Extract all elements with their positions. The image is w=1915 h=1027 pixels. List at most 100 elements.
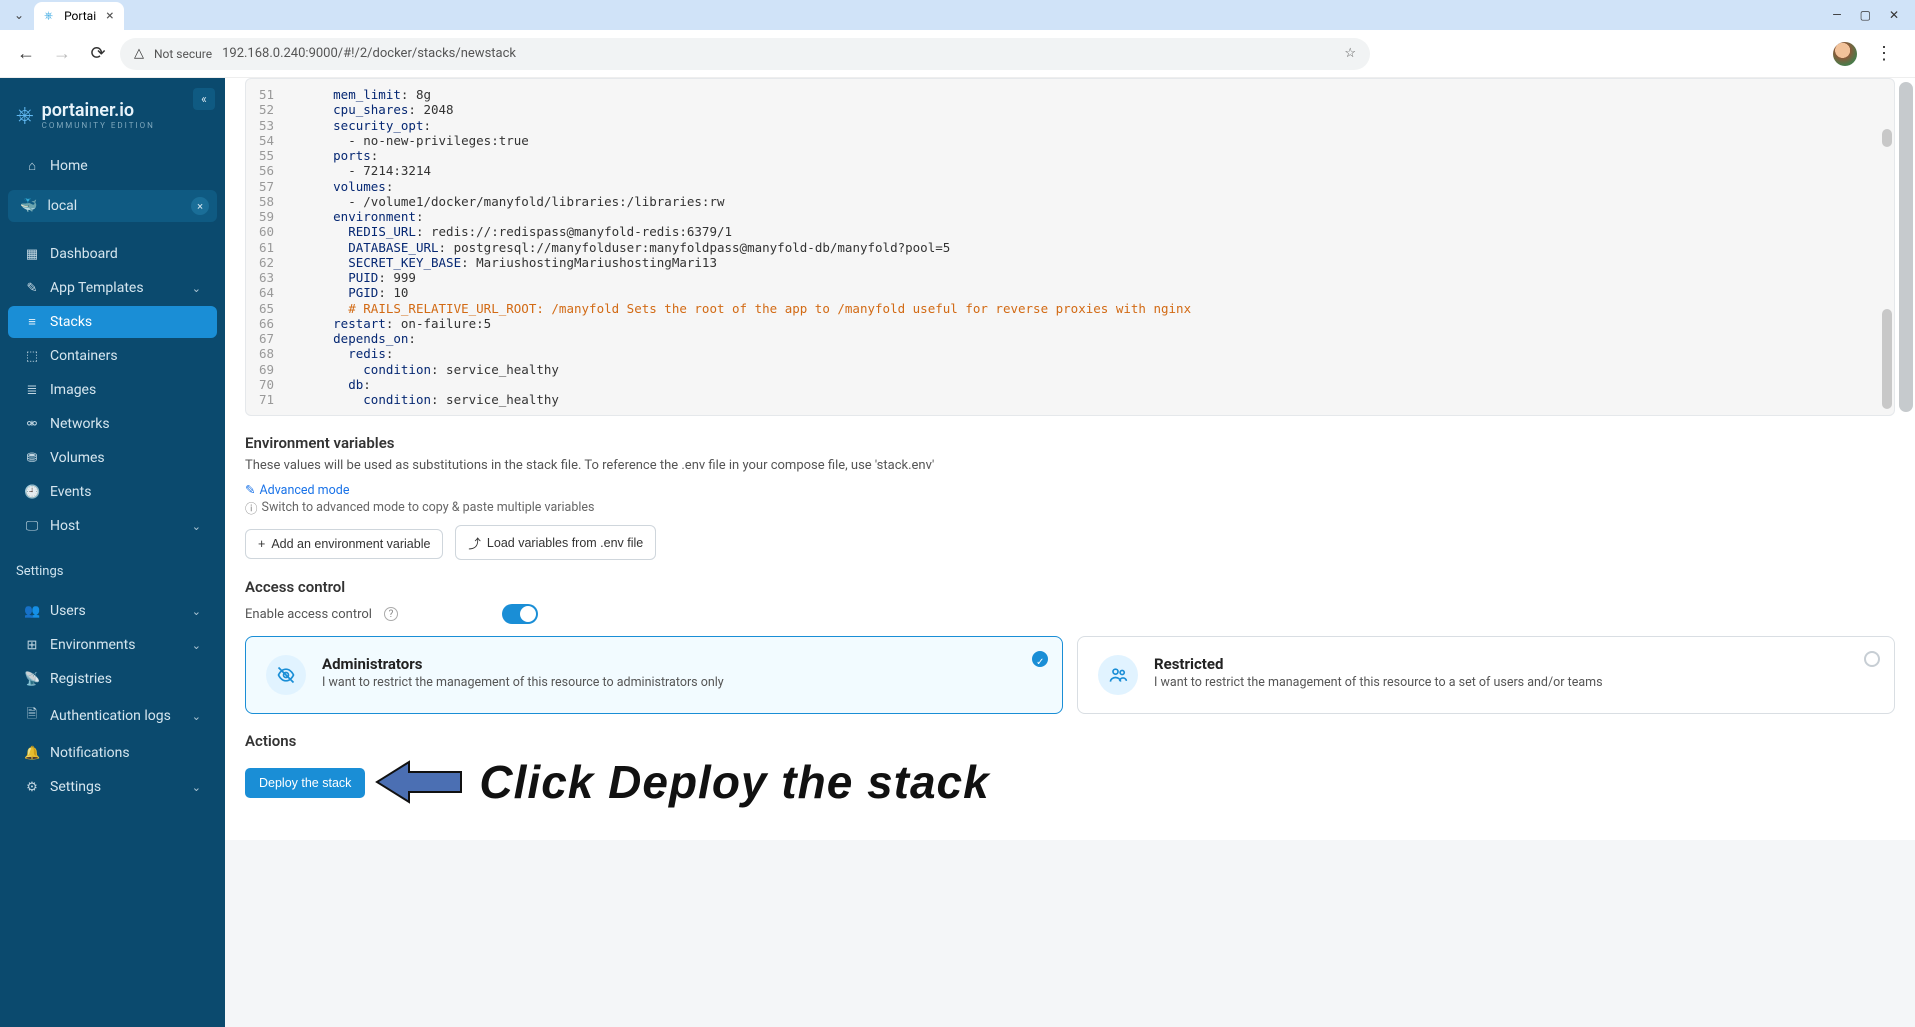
- sidebar-item-label: Home: [50, 158, 88, 174]
- networks-icon: ⚮: [24, 417, 40, 432]
- sidebar-item-label: Images: [50, 382, 96, 398]
- line-number: 70: [246, 377, 288, 392]
- page-scrollbar[interactable]: [1899, 82, 1913, 412]
- code-text: environment:: [288, 209, 423, 224]
- sidebar-item-environments[interactable]: ⊞Environments⌄: [8, 629, 217, 661]
- advanced-mode-hint: ⓘ Switch to advanced mode to copy & past…: [245, 498, 594, 517]
- sidebar-item-label: Volumes: [50, 450, 105, 466]
- sidebar-item-label: Events: [50, 484, 91, 500]
- code-text: security_opt:: [288, 118, 431, 133]
- sidebar-item-stacks[interactable]: ≡Stacks: [8, 306, 217, 338]
- address-bar[interactable]: △ Not secure 192.168.0.240:9000/#!/2/doc…: [120, 38, 1370, 70]
- line-number: 64: [246, 285, 288, 300]
- line-number: 69: [246, 362, 288, 377]
- load-env-file-label: Load variables from .env file: [487, 536, 643, 550]
- code-text: condition: service_healthy: [288, 362, 559, 377]
- access-control-toggle[interactable]: [502, 604, 538, 624]
- code-text: mem_limit: 8g: [288, 87, 431, 102]
- back-button[interactable]: ←: [12, 40, 40, 68]
- sidebar-item-users[interactable]: 👥Users⌄: [8, 595, 217, 627]
- sidebar-item-networks[interactable]: ⚮Networks: [8, 408, 217, 440]
- not-secure-icon: △: [134, 46, 144, 61]
- line-number: 59: [246, 209, 288, 224]
- code-line: 59 environment:: [246, 209, 1894, 224]
- tab-close-icon[interactable]: ×: [106, 8, 113, 24]
- sidebar-item-events[interactable]: 🕘 Events: [8, 476, 217, 508]
- sidebar-item-label: Notifications: [50, 745, 130, 761]
- code-line: 60 REDIS_URL: redis://:redispass@manyfol…: [246, 224, 1894, 239]
- deploy-stack-label: Deploy the stack: [259, 776, 351, 790]
- docker-icon: 🐳: [20, 198, 37, 214]
- access-card-restricted[interactable]: Restricted I want to restrict the manage…: [1077, 636, 1895, 714]
- window-controls: — ▢ ✕: [1832, 8, 1915, 22]
- code-text: - no-new-privileges:true: [288, 133, 529, 148]
- edit-icon: ✎: [245, 482, 255, 498]
- sidebar-item-volumes[interactable]: ⛃Volumes: [8, 442, 217, 474]
- environment-selector[interactable]: 🐳 local ×: [8, 190, 217, 222]
- code-text: db:: [288, 377, 371, 392]
- code-text: DATABASE_URL: postgresql://manyfolduser:…: [288, 240, 950, 255]
- line-number: 62: [246, 255, 288, 270]
- sidebar-item-host[interactable]: 🖵Host⌄: [8, 510, 217, 542]
- minimize-icon[interactable]: —: [1832, 8, 1841, 22]
- code-line: 62 SECRET_KEY_BASE: MariushostingMariush…: [246, 255, 1894, 270]
- code-line: 57 volumes:: [246, 179, 1894, 194]
- events-icon: 🕘: [24, 485, 40, 500]
- env-vars-help: These values will be used as substitutio…: [245, 458, 1895, 473]
- load-env-file-button[interactable]: ⤴ Load variables from .env file: [455, 525, 656, 560]
- code-editor[interactable]: 51 mem_limit: 8g52 cpu_shares: 204853 se…: [245, 78, 1895, 416]
- line-number: 68: [246, 346, 288, 361]
- editor-scrollbar-thumb-top[interactable]: [1882, 129, 1892, 147]
- reload-button[interactable]: ⟳: [84, 40, 112, 68]
- chevron-down-icon: ⌄: [192, 282, 201, 295]
- deploy-stack-button[interactable]: Deploy the stack: [245, 768, 365, 798]
- sidebar-item-home[interactable]: ⌂ Home: [8, 150, 217, 182]
- code-text: restart: on-failure:5: [288, 316, 491, 331]
- access-control-heading: Access control: [245, 578, 1895, 596]
- sidebar-item-label: Registries: [50, 671, 112, 687]
- sidebar-item-images[interactable]: ≣Images: [8, 374, 217, 406]
- sidebar-item-label: Dashboard: [50, 246, 118, 262]
- advanced-mode-link[interactable]: ✎ Advanced mode: [245, 482, 349, 498]
- sidebar-item-containers[interactable]: ⬚Containers: [8, 340, 217, 372]
- sidebar-item-authentication-logs[interactable]: 🗎Authentication logs⌄: [8, 697, 217, 735]
- forward-button[interactable]: →: [48, 40, 76, 68]
- maximize-icon[interactable]: ▢: [1860, 8, 1871, 22]
- registries-icon: 📡: [24, 672, 40, 687]
- users-icon: [1098, 655, 1138, 695]
- line-number: 67: [246, 331, 288, 346]
- card-title: Administrators: [322, 655, 724, 673]
- close-window-icon[interactable]: ✕: [1889, 8, 1899, 22]
- browser-menu-icon[interactable]: ⋮: [1875, 43, 1893, 64]
- code-line: 54 - no-new-privileges:true: [246, 133, 1894, 148]
- line-number: 63: [246, 270, 288, 285]
- help-icon[interactable]: ?: [384, 607, 398, 621]
- sidebar: « ⎈ portainer.io COMMUNITY EDITION ⌂ Hom…: [0, 78, 225, 1027]
- sidebar-item-registries[interactable]: 📡 Registries: [8, 663, 217, 695]
- env-close-icon[interactable]: ×: [191, 197, 209, 215]
- sidebar-collapse-button[interactable]: «: [193, 88, 215, 110]
- code-line: 64 PGID: 10: [246, 285, 1894, 300]
- tab-dropdown-icon[interactable]: ⌄: [14, 8, 24, 22]
- sidebar-item-dashboard[interactable]: ▦Dashboard: [8, 238, 217, 270]
- browser-toolbar: ← → ⟳ △ Not secure 192.168.0.240:9000/#!…: [0, 30, 1915, 78]
- sidebar-item-app-templates[interactable]: ✎App Templates⌄: [8, 272, 217, 304]
- settings-heading: Settings: [0, 552, 225, 585]
- profile-avatar[interactable]: [1833, 42, 1857, 66]
- browser-tab[interactable]: ⎈ Portai ×: [34, 2, 124, 30]
- line-number: 52: [246, 102, 288, 117]
- sidebar-item-settings[interactable]: ⚙Settings⌄: [8, 771, 217, 803]
- brand-edition: COMMUNITY EDITION: [42, 121, 155, 130]
- chevron-down-icon: ⌄: [192, 639, 201, 652]
- sidebar-item-notifications[interactable]: 🔔Notifications: [8, 737, 217, 769]
- add-env-var-button[interactable]: + Add an environment variable: [245, 529, 443, 559]
- app-templates-icon: ✎: [24, 281, 40, 296]
- line-number: 53: [246, 118, 288, 133]
- editor-scrollbar-thumb[interactable]: [1882, 309, 1892, 409]
- bookmark-icon[interactable]: ☆: [1344, 46, 1356, 61]
- chevron-down-icon: ⌄: [192, 605, 201, 618]
- access-card-administrators[interactable]: Administrators I want to restrict the ma…: [245, 636, 1063, 714]
- home-icon: ⌂: [24, 158, 40, 174]
- code-line: 65 # RAILS_RELATIVE_URL_ROOT: /manyfold …: [246, 301, 1894, 316]
- chevron-down-icon: ⌄: [192, 520, 201, 533]
